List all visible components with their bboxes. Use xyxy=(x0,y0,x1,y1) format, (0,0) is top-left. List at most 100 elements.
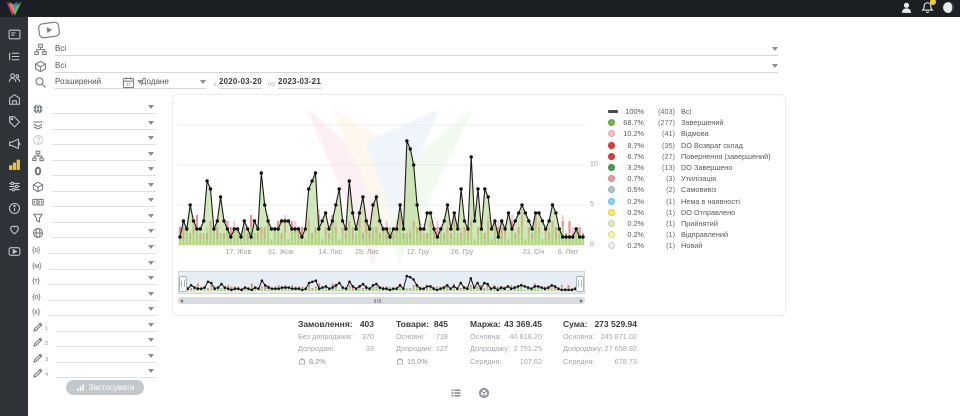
sidebar-item-orders[interactable] xyxy=(0,49,28,69)
list-view-icon[interactable] xyxy=(450,386,462,398)
sidebar-item-marketing[interactable] xyxy=(0,136,28,156)
search-mode-value: Розширений xyxy=(55,77,101,86)
region-filter-select[interactable] xyxy=(52,101,156,114)
grid-view-icon[interactable] xyxy=(478,386,490,398)
horizontal-scrollbar[interactable] xyxy=(178,297,585,304)
structure-filter-select[interactable] xyxy=(52,148,156,161)
legend-count: (41) xyxy=(644,129,675,138)
legend-percent: 0.2% xyxy=(615,197,644,206)
date-from-input[interactable]: 2020-03-20 xyxy=(219,75,262,89)
payment-filter-select[interactable] xyxy=(52,194,156,207)
category-filter-row: Всі xyxy=(34,42,778,56)
sidebar-item-tutorials[interactable] xyxy=(0,244,28,264)
date-to-input[interactable]: 2023-03-21 xyxy=(278,75,321,89)
custom-s-filter-select[interactable] xyxy=(48,241,156,254)
scrollbar-grip[interactable] xyxy=(374,299,381,303)
notifications-bell-icon[interactable] xyxy=(921,1,934,14)
legend-label: DO Отправлено xyxy=(681,208,735,217)
custom-field-4-row: 4 xyxy=(32,365,156,378)
chevron-down-icon xyxy=(148,261,154,265)
pencil-icon xyxy=(32,320,44,332)
product-filter-select[interactable] xyxy=(52,179,156,192)
custom-o-filter-row: {о} xyxy=(32,288,156,301)
scroll-right-icon[interactable] xyxy=(580,299,583,303)
manager-filter-select[interactable] xyxy=(52,163,156,176)
apply-button[interactable]: Застосувати xyxy=(66,380,144,395)
profile-avatar-icon[interactable] xyxy=(942,1,955,14)
play-card-icon[interactable] xyxy=(37,21,61,40)
legend-dot-marker xyxy=(608,242,615,249)
custom-field-4-select[interactable] xyxy=(56,365,156,378)
custom-o-filter-select[interactable] xyxy=(48,288,156,301)
legend-label: Всі xyxy=(681,107,691,116)
brand-logo-icon[interactable] xyxy=(5,1,23,16)
legend-item[interactable]: 10.2%(41)Відмова xyxy=(608,128,780,139)
status-filter-select[interactable] xyxy=(52,210,156,223)
sidebar-item-statistics[interactable] xyxy=(0,157,28,177)
orders-list-icon xyxy=(8,50,21,68)
package-icon xyxy=(32,180,44,192)
navigator-left-handle[interactable] xyxy=(179,276,187,292)
sidebar-item-info[interactable] xyxy=(0,201,28,221)
x-axis-tick: 14. Лис xyxy=(318,249,342,256)
legend-label: Утилізація xyxy=(681,174,716,183)
legend-item[interactable]: 0.2%(1)Прийнятий xyxy=(608,218,780,229)
legend-item[interactable]: 0.2%(1)Відправлений xyxy=(608,229,780,240)
megaphone-icon xyxy=(8,137,21,155)
chevron-down-icon xyxy=(148,229,154,233)
legend-item[interactable]: 8.7%(35)DO Возврат склад xyxy=(608,140,780,151)
sidebar-item-store[interactable] xyxy=(0,92,28,112)
source-filter-select[interactable] xyxy=(52,117,156,130)
custom-field-3-select[interactable] xyxy=(56,350,156,363)
custom-field-2-select[interactable] xyxy=(56,334,156,347)
legend-label: Повернення (завершений) xyxy=(681,152,771,161)
user-icon[interactable] xyxy=(900,1,913,14)
custom-x-filter-select[interactable] xyxy=(48,303,156,316)
scroll-left-icon[interactable] xyxy=(180,299,183,303)
topbar xyxy=(0,0,960,17)
sidebar-item-clients[interactable] xyxy=(0,70,28,90)
legend-item[interactable]: 3.2%(13)DO Завершено xyxy=(608,162,780,173)
chevron-down-icon xyxy=(148,307,154,311)
help-icon xyxy=(32,133,44,145)
pencil-number: 4 xyxy=(45,372,48,378)
help-filter-select[interactable] xyxy=(52,132,156,145)
legend-item[interactable]: 0.7%(3)Утилізація xyxy=(608,173,780,184)
legend-item[interactable]: 0.2%(1)DO Отправлено xyxy=(608,207,780,218)
date-field-select[interactable]: Додане xyxy=(141,75,206,89)
sidebar-item-tags[interactable] xyxy=(0,114,28,134)
date-field-value: Додане xyxy=(141,77,169,86)
legend-item[interactable]: 6.7%(27)Повернення (завершений) xyxy=(608,151,780,162)
pencil-number: 3 xyxy=(45,357,48,363)
custom-field-2-row: 2 xyxy=(32,334,156,347)
legend-item[interactable]: 100%(403)Всі xyxy=(608,106,780,117)
chart-navigator[interactable] xyxy=(178,271,585,294)
stat-sub-label: Основна: xyxy=(563,332,594,341)
app-root: Всі Всі Розширений 17 xyxy=(0,0,960,416)
sidebar-item-dashboard[interactable] xyxy=(0,27,28,47)
chevron-down-icon xyxy=(148,323,154,327)
product-select[interactable]: Всі xyxy=(55,59,778,73)
globe-solid-icon xyxy=(32,102,44,114)
legend-count: (1) xyxy=(644,241,675,250)
chart-legend: 100%(403)Всі68.7%(277)Завершений10.2%(41… xyxy=(608,106,780,251)
legend-percent: 8.7% xyxy=(615,141,644,150)
legend-item[interactable]: 0.2%(1)Новий xyxy=(608,240,780,251)
legend-item[interactable]: 0.5%(2)Самовивіз xyxy=(608,184,780,195)
custom-m-filter-select[interactable] xyxy=(49,257,156,270)
payment-filter-row xyxy=(32,194,156,207)
video-icon xyxy=(8,245,21,263)
custom-t-filter-select[interactable] xyxy=(47,272,156,285)
stat-sub-label: Середня: xyxy=(563,357,595,366)
main-sidebar xyxy=(0,17,28,416)
legend-item[interactable]: 0.2%(1)Нема в наявності xyxy=(608,196,780,207)
category-select[interactable]: Всі xyxy=(55,42,778,56)
navigator-right-handle[interactable] xyxy=(576,276,584,292)
x-axis-tick: 28. Лис xyxy=(355,249,379,256)
legend-item[interactable]: 68.7%(277)Завершений xyxy=(608,117,780,128)
custom-field-1-select[interactable] xyxy=(56,319,156,332)
website-filter-select[interactable] xyxy=(52,225,156,238)
sidebar-item-settings[interactable] xyxy=(0,179,28,199)
topbar-actions xyxy=(900,1,955,14)
sidebar-item-support[interactable] xyxy=(0,222,28,242)
